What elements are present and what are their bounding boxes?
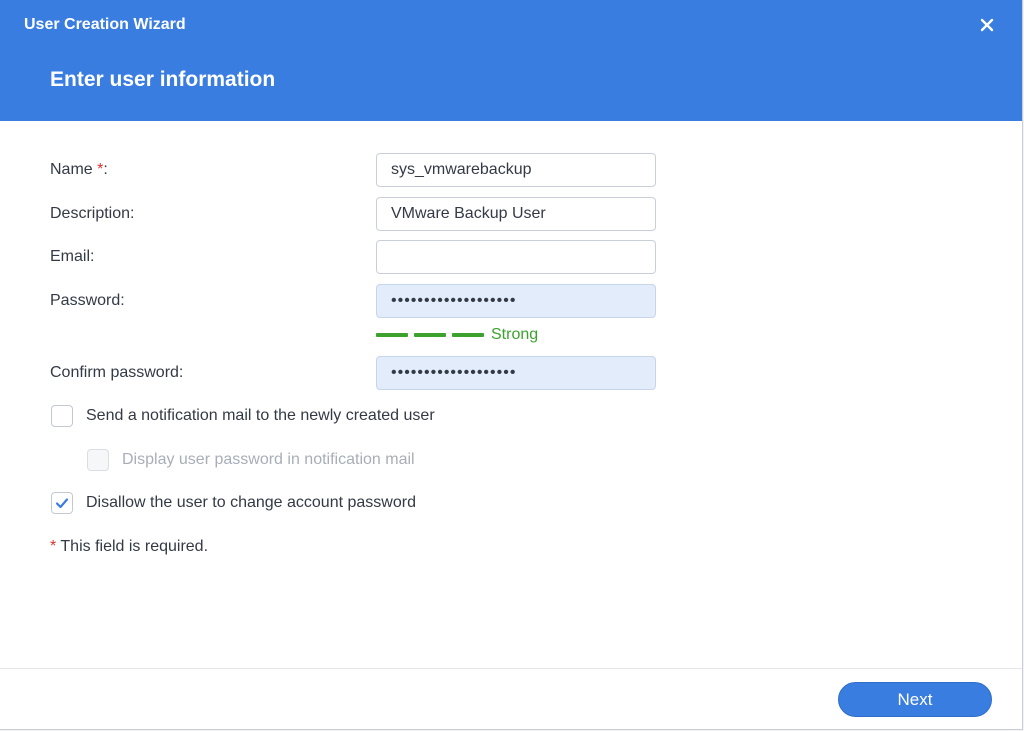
dialog-header: User Creation Wizard Enter user informat…	[0, 0, 1022, 121]
disallow-password-change-checkbox[interactable]	[51, 492, 73, 514]
close-icon	[980, 18, 994, 32]
name-label: Name *:	[50, 161, 108, 178]
confirm-password-input[interactable]: •••••••••••••••••••	[376, 356, 656, 390]
confirm-password-label: Confirm password:	[50, 364, 184, 381]
name-input[interactable]: sys_vmwarebackup	[376, 153, 656, 187]
password-input[interactable]: •••••••••••••••••••	[376, 284, 656, 318]
email-label: Email:	[50, 248, 95, 265]
strength-segment	[414, 333, 446, 337]
email-input[interactable]	[376, 240, 656, 274]
description-input[interactable]: VMware Backup User	[376, 197, 656, 231]
required-field-note: * This field is required.	[50, 538, 209, 555]
step-title: Enter user information	[50, 68, 276, 91]
disallow-password-change-label: Disallow the user to change account pass…	[86, 494, 416, 511]
next-button[interactable]: Next	[838, 682, 992, 717]
notification-mail-label: Send a notification mail to the newly cr…	[86, 407, 435, 424]
window-title: User Creation Wizard	[24, 16, 186, 33]
notification-mail-checkbox[interactable]	[51, 405, 73, 427]
checkmark-icon	[55, 498, 69, 509]
footer-divider	[0, 668, 1022, 669]
display-password-checkbox	[87, 449, 109, 471]
display-password-label: Display user password in notification ma…	[122, 451, 415, 468]
close-button[interactable]	[976, 14, 998, 36]
description-label: Description:	[50, 205, 135, 222]
strength-segment	[452, 333, 484, 337]
strength-segment	[376, 333, 408, 337]
password-label: Password:	[50, 292, 125, 309]
password-strength-label: Strong	[491, 326, 539, 343]
user-creation-dialog: User Creation Wizard Enter user informat…	[0, 0, 1023, 730]
